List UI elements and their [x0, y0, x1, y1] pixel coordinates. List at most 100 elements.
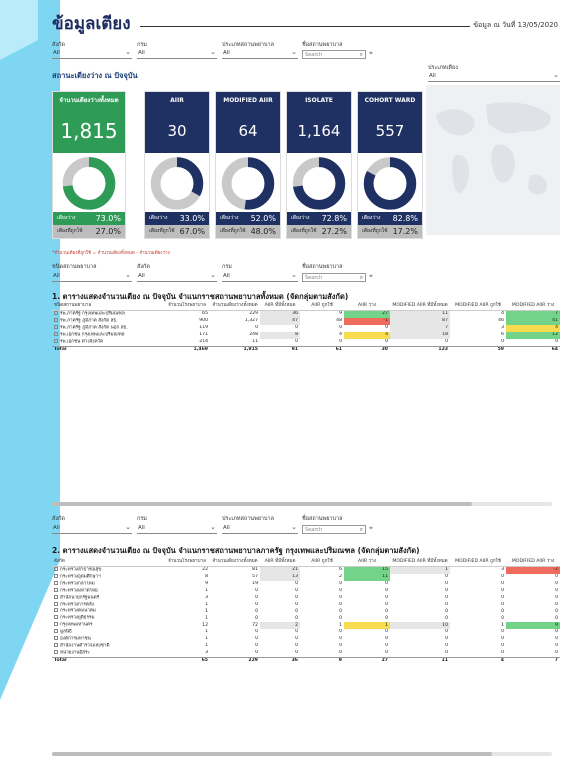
used-pct: 27.0% [95, 227, 121, 236]
expand-icon[interactable] [54, 642, 58, 647]
scrollbar-thumb[interactable] [52, 502, 472, 506]
chevron-down-icon: ⌄ [291, 271, 297, 279]
column-header[interactable]: MODIFIED AIIR ว่าง [506, 302, 560, 311]
table-cell: 0 [385, 581, 388, 587]
column-header[interactable]: AIIR ที่มีทั้งหมด [260, 558, 300, 567]
column-header[interactable]: MODIFIED AIIR ว่าง [506, 558, 560, 567]
filter-department-label: กรม [137, 42, 147, 48]
table-row[interactable]: รพ.ภาครัฐ ภูมิภาค สังกัด สธ. 900 1,327 47 48… [52, 317, 560, 325]
chevron-down-icon: ⌄ [553, 71, 559, 79]
expand-icon[interactable] [54, 338, 58, 343]
column-header[interactable]: MODIFIED AIIR ที่มีทั้งหมด [390, 302, 450, 311]
table-row[interactable]: รพ.ภาครัฐ ภูมิภาค สังกัด นอก สธ. 119 0 0 0 0 7… [52, 324, 560, 332]
column-header[interactable]: MODIFIED AIIR ที่มีทั้งหมด [390, 558, 450, 567]
expand-icon[interactable] [54, 636, 58, 641]
table-row[interactable]: หน่วยงานอิสระ 3 0 0 0 0 0 0 0 [52, 649, 560, 657]
table-row[interactable]: สำนักนายกรัฐมนตรี 3 0 0 0 0 0 0 0 [52, 594, 560, 602]
pin-icon[interactable]: ⌖ [369, 272, 373, 281]
table-row[interactable]: กรุงเทพมหานคร 12 72 2 1 1 10 1 9 [52, 622, 560, 630]
table-cell: 87 [390, 317, 450, 325]
expand-icon[interactable] [54, 601, 58, 606]
expand-icon[interactable] [54, 615, 58, 620]
column-header[interactable]: จำนวนโรงพยาบาล [164, 302, 210, 311]
affiliation-dropdown[interactable]: All ⌄ [52, 48, 132, 59]
affiliation-dropdown[interactable]: All ⌄ [52, 523, 132, 534]
column-header[interactable]: MODIFIED AIIR ถูกใช้ [450, 302, 506, 311]
map-visual[interactable] [426, 85, 560, 235]
table-cell: 0 [445, 650, 448, 656]
table-row[interactable]: สำนักงานตำรวจแห่งชาติ 1 0 0 0 0 0 0 0 [52, 642, 560, 650]
column-header[interactable]: AIIR ถูกใช้ [300, 302, 344, 311]
column-header[interactable]: ชนิดสถานพยาบาล [52, 302, 164, 311]
expand-icon[interactable] [54, 587, 58, 592]
department-dropdown[interactable]: All ⌄ [222, 271, 298, 282]
facility-kind-dropdown[interactable]: All ⌄ [52, 271, 132, 282]
free-label: เตียงว่าง [149, 215, 168, 221]
scrollbar-thumb[interactable] [52, 752, 492, 756]
facility-search-input[interactable]: Search ⌕ [302, 525, 366, 534]
table-cell: 0 [339, 581, 342, 587]
column-header[interactable]: AIIR ถูกใช้ [300, 558, 344, 567]
table-row[interactable]: กระทรวงมหาดไทย 1 0 0 0 0 0 0 0 [52, 587, 560, 595]
table-row[interactable]: องค์การมหาชน 1 0 0 0 0 0 0 0 [52, 636, 560, 643]
department-dropdown[interactable]: All ⌄ [137, 523, 217, 534]
table2-horizontal-scrollbar[interactable] [52, 752, 552, 756]
column-header[interactable]: จำนวนเตียงว่างทั้งหมด [210, 302, 260, 311]
table-row[interactable]: กระทรวงอุดมศึกษาฯ 8 57 13 2 11 0 0 0 [52, 573, 560, 581]
table-cell: 15 [344, 566, 390, 574]
column-header[interactable]: จำนวนโรงพยาบาล [164, 558, 210, 567]
expand-icon[interactable] [54, 594, 58, 599]
facility-type-value: All [223, 50, 230, 56]
expand-icon[interactable] [54, 608, 58, 613]
search-placeholder: Search [305, 527, 323, 533]
expand-icon[interactable] [54, 311, 58, 315]
expand-icon[interactable] [54, 573, 58, 578]
total-label: Total [52, 656, 164, 665]
table-row[interactable]: รพ.เอกชน ต่างจังหวัด 214 11 0 0 0 0 0 0 [52, 338, 560, 346]
column-header[interactable]: สังกัด [52, 558, 164, 567]
column-header[interactable]: จำนวนเตียงว่างทั้งหมด [210, 558, 260, 567]
expand-icon[interactable] [54, 567, 58, 571]
free-pct: 33.0% [179, 214, 205, 223]
table-row[interactable]: รพ.เอกชน กรุงเทพและปริมณฑล 171 248 8 4 4 18 6 12 [52, 331, 560, 339]
table1-horizontal-scrollbar[interactable] [52, 502, 552, 506]
expand-icon[interactable] [54, 629, 58, 634]
table-row[interactable]: กระทรวงกลาโหม 9 19 0 0 0 0 0 0 [52, 580, 560, 588]
report-panel: ข้อมูลเตียง ข้อมูล ณ วันที่ 13/05/2020 ส… [38, 0, 564, 769]
table-cell: 0 [295, 650, 298, 656]
expand-icon[interactable] [54, 324, 58, 329]
table-header-row: สังกัด จำนวนโรงพยาบาล จำนวนเตียงว่างทั้งหม… [52, 558, 560, 567]
bed-type-dropdown[interactable]: All ⌄ [428, 71, 560, 82]
table-row[interactable]: กระทรวงคมนาคม 1 0 0 0 0 0 0 0 [52, 608, 560, 615]
table-cell: 9 [506, 622, 560, 630]
table-cell: 0 [339, 325, 342, 331]
expand-icon[interactable] [54, 622, 58, 627]
facility-search-input[interactable]: Search ⌕ [302, 273, 366, 282]
table-cell: 9 [339, 311, 342, 317]
facility-type-dropdown[interactable]: All ⌄ [222, 48, 298, 59]
expand-icon[interactable] [54, 317, 58, 322]
expand-icon[interactable] [54, 649, 58, 654]
table-row[interactable]: รพ.ภาครัฐ กรุงเทพและปริมณฑล 65 229 36 9 27 11 4… [52, 310, 560, 318]
facility-search-input[interactable]: Search ⌕ [302, 50, 366, 59]
pin-icon[interactable]: ⌖ [369, 49, 373, 58]
facility-type-dropdown[interactable]: All ⌄ [222, 523, 298, 534]
column-header[interactable]: AIIR ว่าง [344, 558, 390, 567]
expand-icon[interactable] [54, 331, 58, 336]
column-header[interactable]: AIIR ที่มีทั้งหมด [260, 302, 300, 311]
table-cell: 1 [344, 622, 390, 630]
filter-facility-type-label: ประเภทสถานพยาบาล [222, 516, 274, 522]
table-cell: 0 [555, 587, 558, 593]
table-row[interactable]: กระทรวงยุติธรรม 1 0 0 0 0 0 0 0 [52, 615, 560, 622]
table-row[interactable]: มูลนิธิ 1 0 0 0 0 0 0 0 [52, 629, 560, 636]
card-value: 1,815 [53, 109, 125, 153]
table-row[interactable]: กระทรวงการคลัง 1 0 0 0 0 0 0 0 [52, 601, 560, 609]
column-header[interactable]: AIIR ว่าง [344, 302, 390, 311]
column-header[interactable]: MODIFIED AIIR ถูกใช้ [450, 558, 506, 567]
expand-icon[interactable] [54, 580, 58, 585]
table-cell: 0 [501, 608, 504, 614]
pin-icon[interactable]: ⌖ [369, 524, 373, 533]
department-dropdown[interactable]: All ⌄ [137, 48, 217, 59]
table-row[interactable]: กระทรวงสาธารณสุข 22 81 21 6 15 1 3 -2 [52, 566, 560, 574]
affiliation-dropdown[interactable]: All ⌄ [137, 271, 217, 282]
